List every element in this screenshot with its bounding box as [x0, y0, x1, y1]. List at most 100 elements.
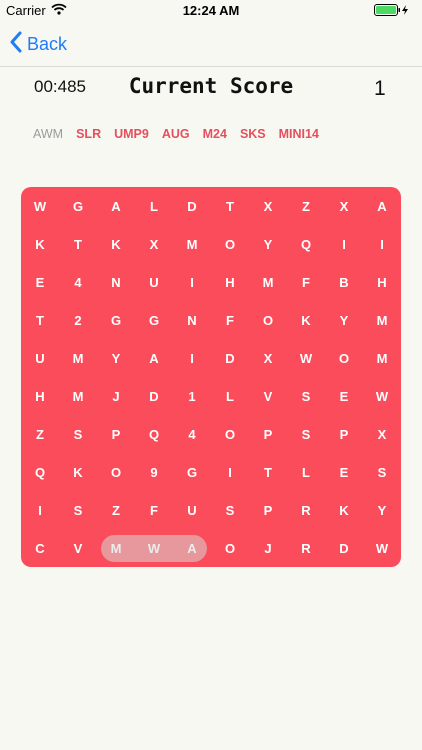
grid-cell[interactable]: S: [287, 415, 325, 453]
grid-cell[interactable]: 2: [59, 301, 97, 339]
grid-cell[interactable]: Z: [97, 491, 135, 529]
grid-cell[interactable]: O: [211, 225, 249, 263]
grid-cell[interactable]: I: [173, 263, 211, 301]
grid-cell[interactable]: J: [249, 529, 287, 567]
grid-cell[interactable]: D: [211, 339, 249, 377]
grid-cell[interactable]: V: [249, 377, 287, 415]
grid-cell[interactable]: H: [21, 377, 59, 415]
grid-cell[interactable]: 9: [135, 453, 173, 491]
grid-cell[interactable]: F: [287, 263, 325, 301]
grid-cell[interactable]: A: [173, 529, 211, 567]
grid-cell[interactable]: G: [97, 301, 135, 339]
grid-cell[interactable]: A: [135, 339, 173, 377]
grid-cell[interactable]: B: [325, 263, 363, 301]
grid-cell[interactable]: Z: [287, 187, 325, 225]
grid-cell[interactable]: H: [363, 263, 401, 301]
grid-cell[interactable]: I: [325, 225, 363, 263]
grid-cell[interactable]: D: [135, 377, 173, 415]
grid-cell[interactable]: M: [249, 263, 287, 301]
grid-cell[interactable]: T: [211, 187, 249, 225]
grid-cell[interactable]: A: [363, 187, 401, 225]
grid-cell[interactable]: Q: [135, 415, 173, 453]
grid-cell[interactable]: 1: [173, 377, 211, 415]
grid-cell[interactable]: D: [325, 529, 363, 567]
grid-cell[interactable]: I: [363, 225, 401, 263]
grid-cell[interactable]: S: [363, 453, 401, 491]
grid-cell[interactable]: Z: [21, 415, 59, 453]
grid-cell[interactable]: N: [97, 263, 135, 301]
grid-cell[interactable]: X: [249, 339, 287, 377]
grid-cell[interactable]: I: [21, 491, 59, 529]
grid-cell[interactable]: X: [325, 187, 363, 225]
letter-grid[interactable]: WGALDTXZXAKTKXMOYQIIE4NUIHMFBHT2GGNFOKYM…: [21, 187, 401, 567]
grid-cell[interactable]: D: [173, 187, 211, 225]
grid-cell[interactable]: R: [287, 491, 325, 529]
grid-cell[interactable]: V: [59, 529, 97, 567]
grid-cell[interactable]: M: [97, 529, 135, 567]
back-button[interactable]: Back: [10, 31, 67, 57]
grid-cell[interactable]: X: [249, 187, 287, 225]
grid-cell[interactable]: 4: [59, 263, 97, 301]
grid-cell[interactable]: Q: [21, 453, 59, 491]
grid-cell[interactable]: O: [249, 301, 287, 339]
grid-cell[interactable]: T: [249, 453, 287, 491]
grid-cell[interactable]: W: [21, 187, 59, 225]
grid-cell[interactable]: O: [211, 529, 249, 567]
grid-cell[interactable]: L: [211, 377, 249, 415]
grid-cell[interactable]: K: [59, 453, 97, 491]
grid-cell[interactable]: M: [59, 339, 97, 377]
grid-cell[interactable]: 4: [173, 415, 211, 453]
grid-cell[interactable]: G: [173, 453, 211, 491]
grid-cell[interactable]: K: [287, 301, 325, 339]
grid-cell[interactable]: M: [363, 301, 401, 339]
grid-cell[interactable]: F: [211, 301, 249, 339]
grid-cell[interactable]: K: [97, 225, 135, 263]
grid-cell[interactable]: Y: [325, 301, 363, 339]
grid-cell[interactable]: L: [135, 187, 173, 225]
grid-cell[interactable]: P: [249, 415, 287, 453]
grid-cell[interactable]: O: [97, 453, 135, 491]
grid-cell[interactable]: I: [211, 453, 249, 491]
grid-cell[interactable]: K: [325, 491, 363, 529]
grid-cell[interactable]: X: [363, 415, 401, 453]
grid-cell[interactable]: W: [135, 529, 173, 567]
grid-cell[interactable]: Y: [249, 225, 287, 263]
grid-cell[interactable]: E: [21, 263, 59, 301]
grid-cell[interactable]: I: [173, 339, 211, 377]
grid-cell[interactable]: S: [59, 491, 97, 529]
grid-cell[interactable]: O: [325, 339, 363, 377]
grid-cell[interactable]: K: [21, 225, 59, 263]
grid-cell[interactable]: M: [363, 339, 401, 377]
grid-cell[interactable]: N: [173, 301, 211, 339]
grid-cell[interactable]: A: [97, 187, 135, 225]
grid-cell[interactable]: C: [21, 529, 59, 567]
grid-cell[interactable]: W: [363, 529, 401, 567]
grid-cell[interactable]: U: [135, 263, 173, 301]
grid-cell[interactable]: M: [173, 225, 211, 263]
grid-cell[interactable]: Y: [97, 339, 135, 377]
grid-cell[interactable]: J: [97, 377, 135, 415]
grid-cell[interactable]: T: [21, 301, 59, 339]
grid-cell[interactable]: Q: [287, 225, 325, 263]
grid-cell[interactable]: P: [325, 415, 363, 453]
grid-cell[interactable]: E: [325, 453, 363, 491]
grid-cell[interactable]: S: [59, 415, 97, 453]
grid-cell[interactable]: R: [287, 529, 325, 567]
grid-cell[interactable]: W: [363, 377, 401, 415]
grid-cell[interactable]: Y: [363, 491, 401, 529]
grid-cell[interactable]: G: [59, 187, 97, 225]
grid-cell[interactable]: U: [173, 491, 211, 529]
grid-cell[interactable]: S: [287, 377, 325, 415]
grid-cell[interactable]: O: [211, 415, 249, 453]
grid-cell[interactable]: S: [211, 491, 249, 529]
grid-cell[interactable]: P: [97, 415, 135, 453]
grid-cell[interactable]: W: [287, 339, 325, 377]
grid-cell[interactable]: P: [249, 491, 287, 529]
grid-cell[interactable]: F: [135, 491, 173, 529]
grid-cell[interactable]: M: [59, 377, 97, 415]
grid-cell[interactable]: G: [135, 301, 173, 339]
grid-cell[interactable]: E: [325, 377, 363, 415]
grid-cell[interactable]: T: [59, 225, 97, 263]
grid-cell[interactable]: L: [287, 453, 325, 491]
grid-cell[interactable]: U: [21, 339, 59, 377]
